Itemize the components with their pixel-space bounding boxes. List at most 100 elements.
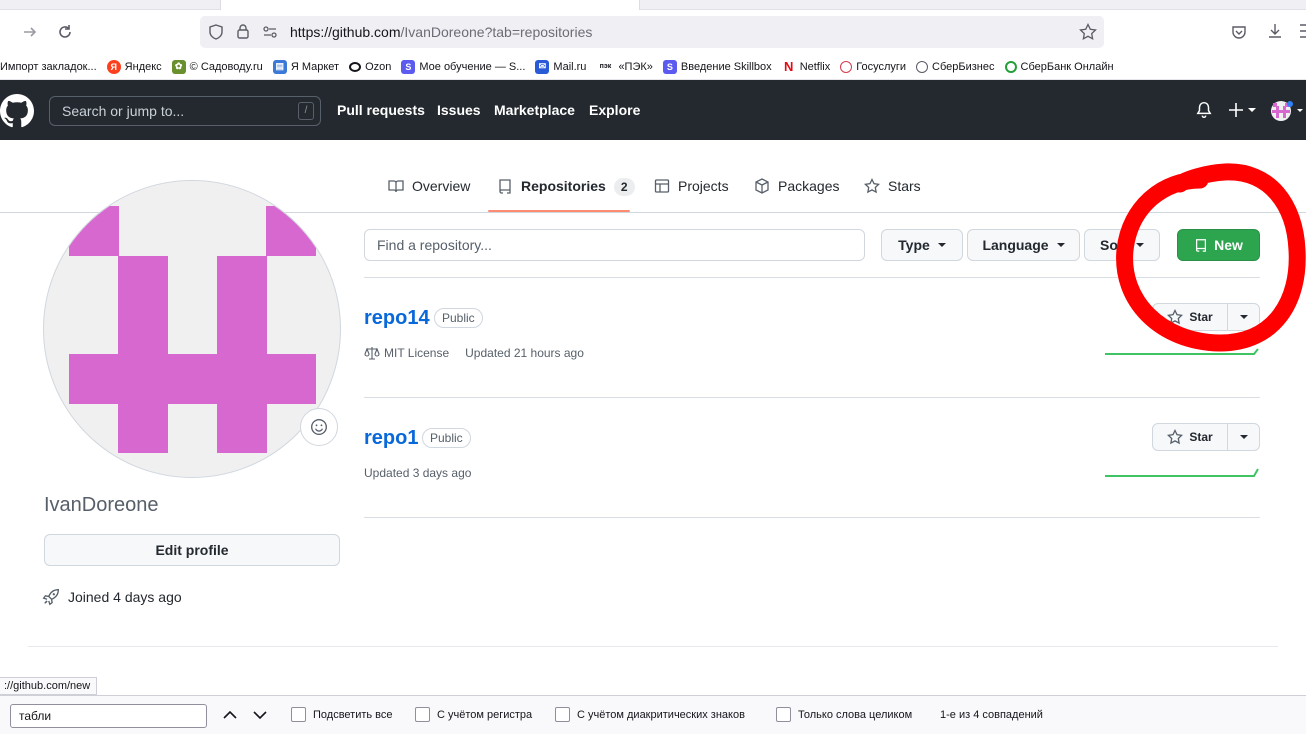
match-diacritics-checkbox[interactable]: С учётом диакритических знаков bbox=[555, 707, 745, 722]
checkbox-label: С учётом регистра bbox=[437, 708, 533, 721]
bookmark-item[interactable]: ✿ © Садоводу.ru bbox=[171, 59, 263, 74]
bookmarks-toolbar: Импорт закладок... Я Яндекс ✿ © Садоводу.r… bbox=[0, 54, 1306, 80]
tab-label: Stars bbox=[888, 178, 921, 194]
tab-overview[interactable]: Overview bbox=[388, 178, 470, 212]
tab-packages[interactable]: Packages bbox=[754, 178, 839, 212]
lock-icon[interactable] bbox=[235, 23, 251, 44]
bell-icon[interactable] bbox=[1195, 101, 1213, 124]
downloads-icon[interactable] bbox=[1266, 22, 1284, 45]
checkbox-box bbox=[555, 707, 570, 722]
find-in-page-bar: Подсветить все С учётом регистра С учёто… bbox=[0, 695, 1306, 734]
bookmark-item[interactable]: ✉ Mail.ru bbox=[535, 59, 586, 74]
github-header: Search or jump to... / Pull requests Iss… bbox=[0, 80, 1306, 140]
repo-divider bbox=[364, 517, 1260, 518]
type-filter-button[interactable]: Type bbox=[881, 229, 963, 261]
caret-down-icon bbox=[1056, 243, 1065, 247]
user-avatar-menu[interactable] bbox=[1270, 100, 1306, 127]
find-next-icon[interactable] bbox=[251, 706, 269, 724]
create-new-icon[interactable] bbox=[1228, 100, 1258, 125]
url-text[interactable]: https://github.com/IvanDoreone?tab=repos… bbox=[290, 24, 592, 40]
link-status-url: ://github.com/new bbox=[0, 677, 98, 695]
bookmark-item[interactable]: N Netflix bbox=[781, 59, 830, 74]
bookmark-item[interactable]: СберБанк Онлайн bbox=[1004, 60, 1114, 73]
match-case-checkbox[interactable]: С учётом регистра bbox=[415, 707, 532, 722]
repo-name-link[interactable]: repo1 bbox=[364, 427, 418, 450]
bookmark-item[interactable]: S Введение Skillbox bbox=[662, 59, 772, 74]
find-match-status: 1-е из 4 совпадений bbox=[940, 709, 1043, 721]
active-tab-indicator bbox=[488, 210, 630, 212]
tab-label: Overview bbox=[412, 178, 471, 194]
star-list-dropdown[interactable] bbox=[1228, 424, 1259, 450]
bookmark-label: Госуслуги bbox=[856, 60, 907, 73]
whole-words-checkbox[interactable]: Только слова целиком bbox=[776, 707, 912, 722]
nav-marketplace[interactable]: Marketplace bbox=[494, 102, 575, 118]
repo-meta: Updated 3 days ago bbox=[364, 466, 471, 480]
bookmark-star-icon[interactable] bbox=[1079, 22, 1097, 46]
reload-icon[interactable] bbox=[55, 22, 75, 42]
shield-icon[interactable] bbox=[208, 24, 224, 45]
repo-name-link[interactable]: repo14 bbox=[364, 307, 430, 330]
tab-label: Repositories bbox=[521, 178, 606, 194]
url-bar[interactable]: https://github.com/IvanDoreone?tab=repos… bbox=[200, 16, 1104, 48]
bookmark-item[interactable]: пэк «ПЭК» bbox=[596, 59, 653, 74]
github-search-input[interactable]: Search or jump to... / bbox=[49, 96, 321, 126]
find-previous-icon[interactable] bbox=[221, 706, 239, 724]
nav-explore[interactable]: Explore bbox=[589, 102, 640, 118]
globe-icon bbox=[916, 60, 929, 73]
browser-active-tab[interactable] bbox=[220, 0, 640, 10]
find-in-page-input[interactable] bbox=[10, 704, 207, 728]
mail-icon: ✉ bbox=[535, 59, 550, 74]
bookmark-item[interactable]: Госуслуги bbox=[840, 60, 907, 73]
star-icon bbox=[864, 178, 880, 194]
repositories-counter: 2 bbox=[613, 178, 635, 196]
language-filter-button[interactable]: Language bbox=[967, 229, 1080, 261]
market-icon: ▤ bbox=[272, 59, 287, 74]
gosuslugi-icon bbox=[840, 60, 853, 73]
tab-projects[interactable]: Projects bbox=[654, 178, 729, 212]
nav-issues[interactable]: Issues bbox=[437, 102, 481, 118]
checkbox-box bbox=[291, 707, 306, 722]
set-status-button[interactable] bbox=[300, 408, 338, 446]
smiley-icon bbox=[311, 419, 327, 435]
tab-stars[interactable]: Stars bbox=[864, 178, 921, 212]
pocket-icon[interactable] bbox=[1230, 23, 1248, 46]
bookmark-label: Я Маркет bbox=[290, 60, 340, 73]
forward-icon[interactable] bbox=[20, 22, 40, 42]
yandex-icon: Я bbox=[106, 59, 121, 74]
github-logo-icon[interactable] bbox=[0, 94, 34, 128]
bookmark-item[interactable]: СберБизнес bbox=[916, 60, 995, 73]
avatar-pixel bbox=[69, 354, 316, 404]
avatar-pixel bbox=[266, 206, 316, 256]
table-icon bbox=[654, 179, 670, 193]
checkbox-box bbox=[415, 707, 430, 722]
bookmark-item[interactable]: ▤ Я Маркет bbox=[272, 59, 340, 74]
bookmark-label: СберБанк Онлайн bbox=[1020, 60, 1114, 73]
bookmark-label: Ozon bbox=[365, 60, 392, 73]
star-button[interactable]: Star bbox=[1152, 423, 1260, 451]
repo-updated: Updated 3 days ago bbox=[364, 466, 472, 480]
edit-profile-button[interactable]: Edit profile bbox=[44, 534, 340, 566]
slash-key-hint: / bbox=[298, 102, 314, 120]
nav-pull-requests[interactable]: Pull requests bbox=[337, 102, 425, 118]
pek-icon: пэк bbox=[596, 59, 615, 74]
bookmark-item[interactable]: S Мое обучение — S... bbox=[401, 59, 525, 74]
find-repository-input[interactable] bbox=[364, 229, 865, 261]
checkbox-box bbox=[776, 707, 791, 722]
activity-sparkline bbox=[1105, 468, 1259, 477]
menu-icon[interactable] bbox=[1298, 20, 1306, 42]
tab-label: Packages bbox=[778, 178, 840, 194]
bookmark-item[interactable]: Я Яндекс bbox=[106, 59, 162, 74]
permissions-icon[interactable] bbox=[262, 24, 278, 45]
search-placeholder: Search or jump to... bbox=[62, 103, 185, 119]
avatar-pixel bbox=[69, 206, 119, 256]
highlight-all-checkbox[interactable]: Подсветить все bbox=[291, 707, 393, 722]
footer-divider bbox=[28, 646, 1278, 647]
ozon-icon bbox=[349, 61, 362, 72]
law-icon bbox=[364, 347, 380, 360]
bookmark-item[interactable]: Импорт закладок... bbox=[0, 61, 97, 73]
tab-repositories[interactable]: Repositories 2 bbox=[497, 178, 635, 212]
star-main[interactable]: Star bbox=[1153, 424, 1228, 450]
avatar[interactable] bbox=[43, 180, 341, 478]
bookmark-item[interactable]: Ozon bbox=[349, 61, 391, 73]
joined-text: Joined 4 days ago bbox=[68, 589, 182, 605]
